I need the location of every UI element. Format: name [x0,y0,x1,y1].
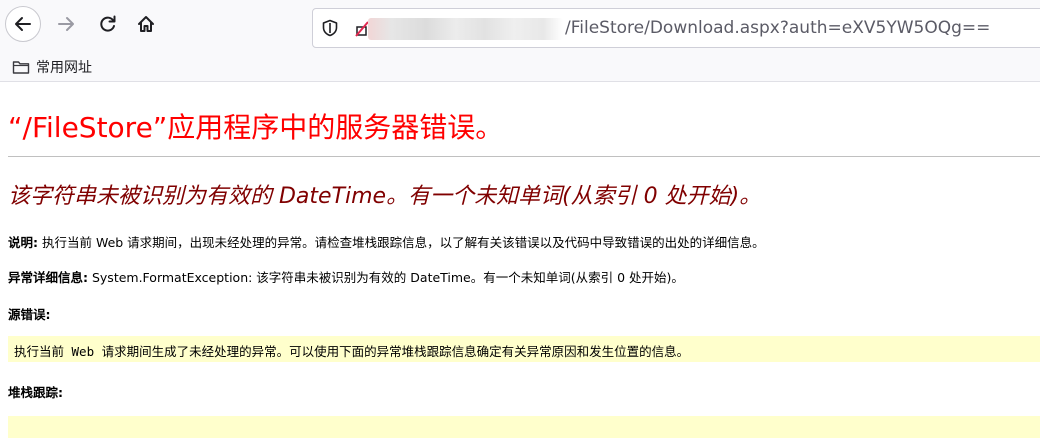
folder-icon [12,61,30,74]
description-line: 说明: 执行当前 Web 请求期间，出现未经处理的异常。请检查堆栈跟踪信息，以了… [8,232,765,251]
bookmark-label: 常用网址 [36,60,92,76]
url-text[interactable]: /FileStore/Download.aspx?auth=eXV5YW5OQg… [565,18,990,38]
redacted-host [368,18,563,40]
address-bar[interactable]: /FileStore/Download.aspx?auth=eXV5YW5OQg… [312,8,1040,48]
divider [8,156,1040,157]
bookmark-folder[interactable]: 常用网址 [12,57,92,77]
page-title: “/FileStore”应用程序中的服务器错误。 [8,111,504,144]
insecure-lock-icon[interactable] [355,19,369,37]
source-error-box: 执行当前 Web 请求期间生成了未经处理的异常。可以使用下面的异常堆栈跟踪信息确… [8,336,1040,362]
stack-trace-box [8,416,1040,438]
home-icon [138,16,154,32]
reload-icon [100,15,116,32]
reload-button[interactable] [90,6,126,42]
arrow-right-icon [58,17,74,31]
stack-trace-label: 堆栈跟踪: [8,385,63,400]
page-content: “/FileStore”应用程序中的服务器错误。 该字符串未被识别为有效的 Da… [0,82,1040,438]
bookmarks-bar: 常用网址 [0,52,1040,82]
back-button[interactable] [5,6,41,42]
exception-text: System.FormatException: 该字符串未被识别为有效的 Dat… [88,270,684,285]
forward-button[interactable] [48,6,84,42]
arrow-left-icon [15,17,31,31]
description-text: 执行当前 Web 请求期间，出现未经处理的异常。请检查堆栈跟踪信息，以了解有关该… [38,235,765,250]
browser-toolbar: /FileStore/Download.aspx?auth=eXV5YW5OQg… [0,0,1040,52]
exception-details-line: 异常详细信息: System.FormatException: 该字符串未被识别… [8,267,684,286]
description-label: 说明: [8,235,38,250]
error-message: 该字符串未被识别为有效的 DateTime。有一个未知单词(从索引 0 处开始)… [8,184,762,209]
source-error-label: 源错误: [8,307,51,322]
home-button[interactable] [128,6,164,42]
source-error-text: 执行当前 Web 请求期间生成了未经处理的异常。可以使用下面的异常堆栈跟踪信息确… [14,344,690,359]
exception-label: 异常详细信息: [8,270,88,285]
shield-icon[interactable] [321,19,339,37]
